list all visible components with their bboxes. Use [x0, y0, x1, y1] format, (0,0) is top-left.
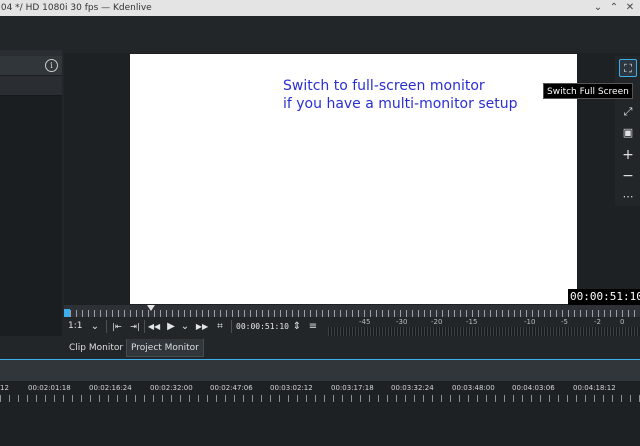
db-label: -20: [431, 318, 443, 326]
timeline-ruler-label: 12: [0, 384, 9, 392]
db-label: -45: [359, 318, 371, 326]
overlay-line-1: Switch to full-screen monitor: [283, 78, 485, 94]
timeline-ruler-label: 00:03:02:12: [270, 384, 313, 392]
forward-icon[interactable]: ▶▶: [195, 317, 209, 336]
db-label: -2: [594, 318, 601, 326]
playhead-marker[interactable]: [147, 305, 155, 311]
overlay-line-2: if you have a multi-monitor setup: [283, 96, 518, 112]
timeline-ruler-label: 00:04:18:12: [573, 384, 616, 392]
timeline-ruler-label: 00:03:32:24: [391, 384, 434, 392]
db-label: -5: [561, 318, 568, 326]
db-label: 0: [620, 318, 625, 326]
info-icon[interactable]: i: [45, 59, 58, 72]
title-bar: .04 */ HD 1080i 30 fps — Kdenlive ⌄ ⌃ ✕: [0, 0, 640, 16]
zoom-out-icon[interactable]: −: [619, 167, 637, 185]
monitor-overlay-text: Switch to full-screen monitor if you hav…: [283, 77, 518, 113]
left-dock-panel: i: [0, 50, 62, 336]
tab-clip-monitor[interactable]: Clip Monitor: [65, 339, 127, 357]
separator: [231, 320, 232, 333]
fullscreen-icon[interactable]: ⛶: [619, 59, 637, 77]
set-in-point-icon[interactable]: |⇤: [110, 317, 124, 336]
maximize-icon[interactable]: ⌃: [609, 3, 619, 13]
db-label: -30: [396, 318, 408, 326]
left-dock-row[interactable]: [0, 78, 62, 96]
fullscreen-tooltip: Switch Full Screen: [543, 83, 633, 99]
chevron-down-icon[interactable]: ⌄: [90, 317, 100, 336]
audio-db-scale: -45 -30 -20 -15 -10 -5 -2 0: [328, 317, 640, 327]
monitor-ruler[interactable]: [64, 305, 640, 317]
monitor-side-toolbar: ⛶ ⋮⋮ ⤢ ▣ + − ⋯: [615, 56, 640, 206]
db-label: -15: [466, 318, 478, 326]
safe-zone-icon[interactable]: ▣: [619, 124, 637, 142]
timeline-ruler-label: 00:02:16:24: [89, 384, 132, 392]
zoom-level-label[interactable]: 1:1: [68, 317, 82, 336]
timeline-ruler-label: 00:02:32:00: [150, 384, 193, 392]
monitor-tab-bar: Clip Monitor Project Monitor: [0, 337, 640, 357]
minimize-icon[interactable]: ⌄: [593, 3, 603, 13]
timecode-field[interactable]: 00:00:51:10: [236, 320, 289, 333]
rewind-icon[interactable]: ◀◀: [147, 317, 161, 336]
zoom-fit-icon[interactable]: ⤢: [619, 103, 637, 121]
more-options-icon[interactable]: ⋯: [619, 188, 637, 206]
timeline-ruler-ticks: [0, 395, 640, 402]
separator: [106, 320, 107, 333]
db-label: -10: [524, 318, 536, 326]
monitor-menu-icon[interactable]: ≡: [307, 317, 319, 336]
timeline-ruler-label: 00:02:47:06: [210, 384, 253, 392]
crop-icon[interactable]: ⌗: [214, 317, 226, 336]
tab-project-monitor[interactable]: Project Monitor: [126, 339, 204, 357]
audio-level-meter: [328, 327, 640, 336]
monitor-timecode-overlay: 00:00:51:10: [568, 289, 640, 305]
timeline-ruler-label: 00:03:17:18: [331, 384, 374, 392]
ruler-ticks: [64, 310, 640, 317]
close-icon[interactable]: ✕: [625, 3, 635, 13]
timeline-ruler-label: 00:02:01:18: [28, 384, 71, 392]
play-options-chevron-icon[interactable]: ⌄: [180, 317, 190, 336]
set-out-point-icon[interactable]: ⇥|: [128, 317, 142, 336]
play-icon[interactable]: ▶: [165, 317, 177, 336]
timeline-toolbar: [0, 359, 640, 381]
window-title: .04 */ HD 1080i 30 fps — Kdenlive: [0, 3, 152, 13]
timeline-ruler-label: 00:03:48:00: [452, 384, 495, 392]
monitor-controls: 1:1 ⌄ |⇤ ⇥| ◀◀ ▶ ⌄ ▶▶ ⌗ 00:00:51:10 ⇕ ≡ …: [64, 317, 640, 336]
kdenlive-window: .04 */ HD 1080i 30 fps — Kdenlive ⌄ ⌃ ✕ …: [0, 0, 640, 446]
ruler-zone-start: [64, 309, 70, 317]
zoom-in-icon[interactable]: +: [619, 146, 637, 164]
left-dock-content: [0, 78, 62, 336]
separator: [144, 320, 145, 333]
timecode-spinner-icon[interactable]: ⇕: [292, 317, 302, 336]
timeline-ruler-label: 00:04:03:06: [512, 384, 555, 392]
left-dock-header: i: [0, 56, 62, 76]
